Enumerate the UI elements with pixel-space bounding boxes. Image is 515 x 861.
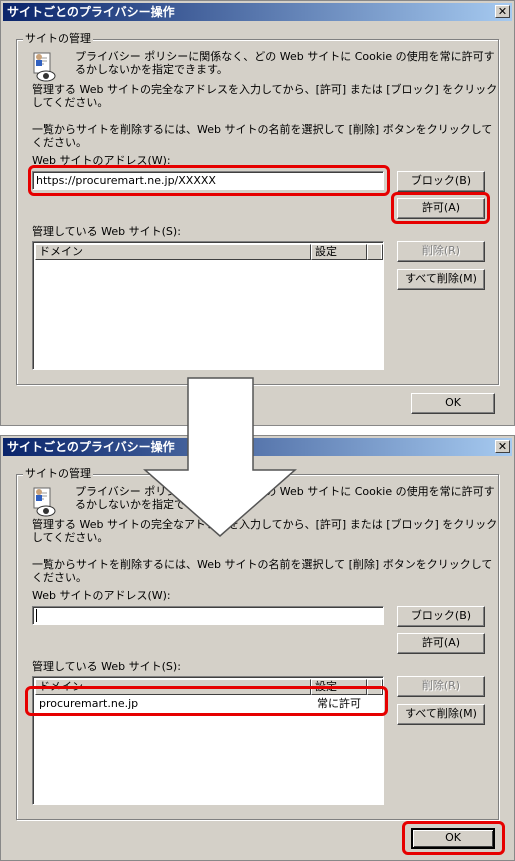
- privacy-shield-eye-icon: [33, 52, 56, 82]
- group-label: サイトの管理: [23, 467, 93, 481]
- privacy-shield-eye-icon: [33, 487, 56, 517]
- column-header-domain[interactable]: ドメイン: [35, 244, 311, 260]
- list-header: ドメイン 設定: [35, 244, 383, 260]
- close-icon: ✕: [497, 440, 508, 453]
- managed-sites-label: 管理している Web サイト(S):: [32, 225, 181, 238]
- highlight-address-input: [28, 165, 390, 196]
- close-button[interactable]: ✕: [495, 440, 510, 453]
- delete-button[interactable]: 削除(R): [397, 241, 485, 262]
- address-label: Web サイトのアドレス(W):: [32, 589, 171, 602]
- instruction-text: 管理する Web サイトの完全なアドレスを入力してから、[許可] または [ブロ…: [32, 518, 498, 544]
- close-button[interactable]: ✕: [495, 5, 510, 18]
- title-bar: サイトごとのプライバシー操作 ✕: [3, 3, 512, 21]
- group-label: サイトの管理: [23, 32, 93, 46]
- block-button[interactable]: ブロック(B): [397, 606, 485, 627]
- address-input[interactable]: [32, 606, 384, 625]
- delete-all-button[interactable]: すべて削除(M): [397, 269, 485, 290]
- block-button[interactable]: ブロック(B): [397, 171, 485, 192]
- ok-button[interactable]: OK: [411, 393, 495, 414]
- instruction-text: 管理する Web サイトの完全なアドレスを入力してから、[許可] または [ブロ…: [32, 83, 498, 109]
- highlight-allow-button: [391, 192, 490, 224]
- intro-text: プライバシー ポリシーに関係なく、どの Web サイトに Cookie の使用を…: [75, 485, 495, 511]
- column-header-setting[interactable]: 設定: [311, 244, 367, 260]
- close-icon: ✕: [497, 5, 508, 18]
- column-header-extra: [367, 244, 383, 260]
- managed-sites-label: 管理している Web サイト(S):: [32, 660, 181, 673]
- title-bar: サイトごとのプライバシー操作 ✕: [3, 438, 512, 456]
- privacy-dialog-before: サイトごとのプライバシー操作 ✕ サイトの管理 プライバシー ポリシーに関係なく…: [0, 0, 515, 426]
- highlight-ok-button: [402, 821, 505, 855]
- highlight-list-row: [25, 686, 388, 716]
- dialog-title: サイトごとのプライバシー操作: [7, 440, 175, 454]
- privacy-dialog-after: サイトごとのプライバシー操作 ✕ サイトの管理 プライバシー ポリシーに関係なく…: [0, 435, 515, 861]
- remove-instruction-text: 一覧からサイトを削除するには、Web サイトの名前を選択して [削除] ボタンを…: [32, 123, 493, 149]
- managed-sites-list[interactable]: ドメイン 設定: [32, 241, 384, 370]
- allow-button[interactable]: 許可(A): [397, 633, 485, 654]
- delete-button[interactable]: 削除(R): [397, 676, 485, 697]
- remove-instruction-text: 一覧からサイトを削除するには、Web サイトの名前を選択して [削除] ボタンを…: [32, 558, 493, 584]
- intro-text: プライバシー ポリシーに関係なく、どの Web サイトに Cookie の使用を…: [75, 50, 495, 76]
- delete-all-button[interactable]: すべて削除(M): [397, 704, 485, 725]
- dialog-title: サイトごとのプライバシー操作: [7, 5, 175, 19]
